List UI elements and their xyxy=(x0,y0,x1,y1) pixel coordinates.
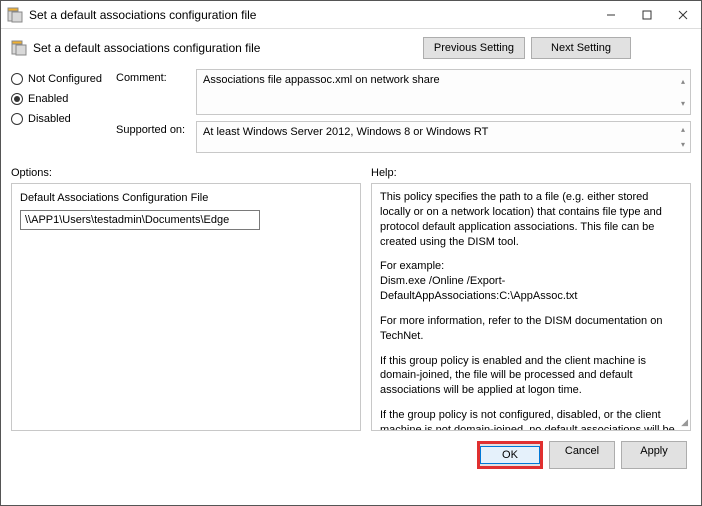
radio-indicator xyxy=(11,73,23,85)
radio-label: Not Configured xyxy=(28,73,102,85)
page-subtitle: Set a default associations configuration… xyxy=(33,41,423,55)
config-file-path-value: \\APP1\Users\testadmin\Documents\Edge xyxy=(25,214,229,226)
close-button[interactable] xyxy=(665,1,701,29)
cancel-button[interactable]: Cancel xyxy=(549,441,615,469)
supported-on-box: At least Windows Server 2012, Windows 8 … xyxy=(196,121,691,153)
maximize-button[interactable] xyxy=(629,1,665,29)
state-radio-group: Not Configured Enabled Disabled xyxy=(11,69,116,159)
help-text: This policy specifies the path to a file… xyxy=(380,190,682,249)
resize-grip-icon: ◢ xyxy=(681,416,688,428)
next-setting-button[interactable]: Next Setting xyxy=(531,37,631,59)
options-label: Options: xyxy=(11,167,371,179)
help-text: For example: xyxy=(380,259,682,274)
help-text: Dism.exe /Online /Export-DefaultAppAssoc… xyxy=(380,274,682,304)
comment-label: Comment: xyxy=(116,69,196,115)
policy-icon xyxy=(7,7,23,23)
radio-indicator xyxy=(11,113,23,125)
dialog-button-row: OK Cancel Apply xyxy=(1,431,701,475)
help-label: Help: xyxy=(371,167,691,179)
help-text: For more information, refer to the DISM … xyxy=(380,314,682,344)
config-file-path-input[interactable]: \\APP1\Users\testadmin\Documents\Edge xyxy=(20,210,260,230)
radio-not-configured[interactable]: Not Configured xyxy=(11,73,116,85)
help-text: If this group policy is enabled and the … xyxy=(380,354,682,399)
comment-value: Associations file appassoc.xml on networ… xyxy=(203,74,440,86)
option-field-label: Default Associations Configuration File xyxy=(20,192,352,204)
help-text: If the group policy is not configured, d… xyxy=(380,408,682,431)
options-panel: Default Associations Configuration File … xyxy=(11,183,361,431)
radio-label: Enabled xyxy=(28,93,68,105)
apply-button[interactable]: Apply xyxy=(621,441,687,469)
previous-setting-button[interactable]: Previous Setting xyxy=(423,37,525,59)
header-row: Set a default associations configuration… xyxy=(1,29,701,65)
window-titlebar: Set a default associations configuration… xyxy=(1,1,701,29)
supported-scrollbar[interactable]: ▴▾ xyxy=(676,122,690,152)
comment-input[interactable]: Associations file appassoc.xml on networ… xyxy=(196,69,691,115)
supported-on-value: At least Windows Server 2012, Windows 8 … xyxy=(203,126,488,138)
supported-on-label: Supported on: xyxy=(116,121,196,153)
radio-label: Disabled xyxy=(28,113,71,125)
ok-button[interactable]: OK xyxy=(477,441,543,469)
comment-scrollbar[interactable]: ▴▾ xyxy=(676,70,690,114)
radio-enabled[interactable]: Enabled xyxy=(11,93,116,105)
help-panel: This policy specifies the path to a file… xyxy=(371,183,691,431)
window-title: Set a default associations configuration… xyxy=(29,8,593,22)
policy-icon xyxy=(11,40,27,56)
radio-indicator xyxy=(11,93,23,105)
minimize-button[interactable] xyxy=(593,1,629,29)
radio-disabled[interactable]: Disabled xyxy=(11,113,116,125)
